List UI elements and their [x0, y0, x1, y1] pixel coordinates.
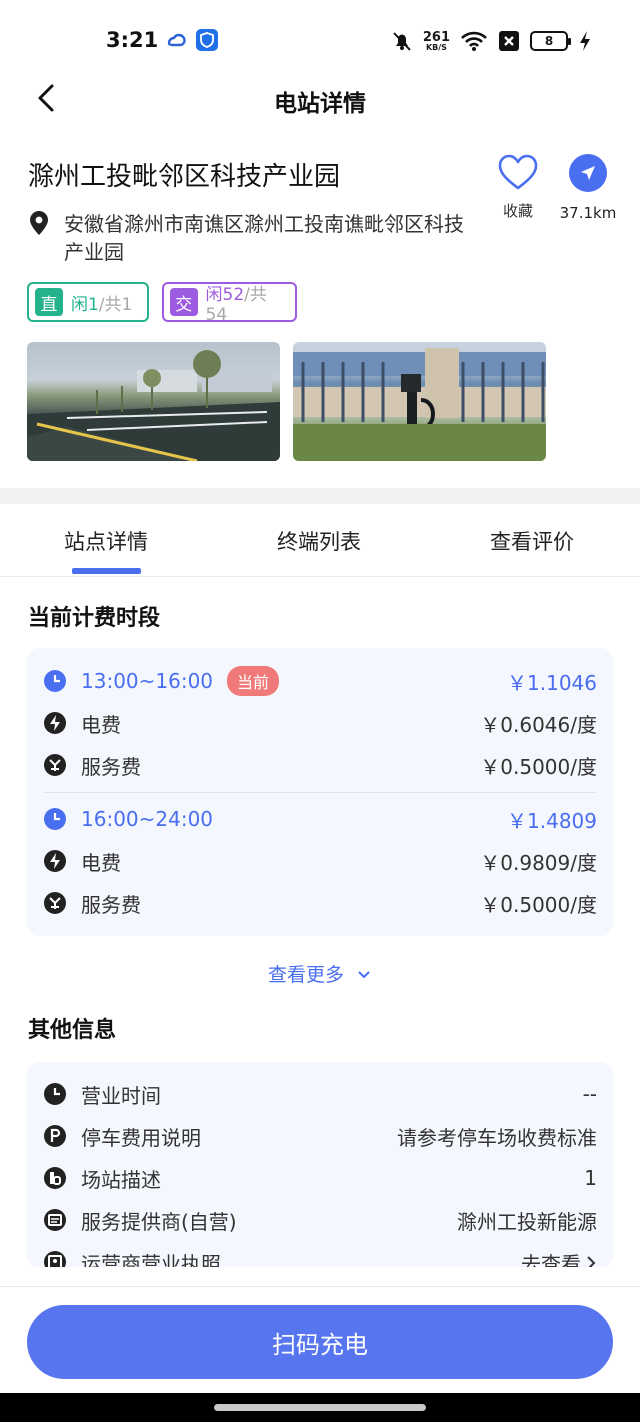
chevron-right-icon [587, 1255, 596, 1267]
chevron-down-icon [358, 971, 370, 979]
provider-icon [44, 1209, 66, 1231]
status-time: 3:21 [106, 28, 159, 52]
page-title: 电站详情 [274, 91, 366, 117]
wifi-icon [461, 31, 487, 51]
ac-availability-tag: 交 闲52/共54 [162, 282, 297, 325]
dc-availability-tag: 直 闲1/共1 [27, 282, 149, 322]
service-fee-label: 服务费 [81, 754, 141, 779]
pricing-card: 13:00~16:00 当前 ￥1.1046 电费 ￥0.6046/度 服务费 … [27, 648, 613, 936]
tab-reviews[interactable]: 查看评价 [490, 526, 574, 556]
info-row-provider: 服务提供商(自营) 滁州工投新能源 [43, 1204, 597, 1236]
tab-terminal-list[interactable]: 终端列表 [277, 526, 361, 556]
location-pin-icon [30, 211, 48, 235]
status-icons: 261 KB/S 8 [391, 28, 592, 54]
electricity-fee-row: 电费 ￥0.9809/度 [43, 845, 597, 877]
electricity-fee-label: 电费 [81, 712, 121, 737]
service-fee-value: ￥0.5000/度 [480, 892, 597, 917]
see-more-label: 查看更多 [267, 964, 344, 986]
status-bar: 3:21 261 KB/S 8 [0, 0, 640, 76]
see-more-button[interactable]: 查看更多 [0, 960, 640, 987]
station-name: 滁州工投毗邻区科技产业园 [28, 162, 341, 192]
info-row-hours: 营业时间 -- [43, 1078, 597, 1110]
station-desc-icon [44, 1167, 66, 1189]
pricing-section-title: 当前计费时段 [28, 606, 161, 631]
price-period-row: 16:00~24:00 ￥1.4809 [43, 803, 597, 835]
ac-free-count: 闲52 [205, 284, 245, 305]
bottom-divider [0, 1286, 640, 1287]
parking-icon [44, 1125, 66, 1147]
distance-label: 37.1km [559, 204, 617, 222]
info-row-license[interactable]: 运营商营业执照 去查看 [43, 1246, 597, 1267]
dc-badge: 直 [35, 288, 63, 316]
electricity-fee-label: 电费 [81, 850, 121, 875]
electricity-fee-value: ￥0.9809/度 [480, 850, 597, 875]
dc-free-count: 闲1 [71, 294, 99, 315]
current-period-badge: 当前 [227, 666, 280, 696]
bell-muted-icon [393, 32, 411, 51]
view-license-link[interactable]: 去查看 [521, 1252, 581, 1268]
ac-badge: 交 [170, 288, 198, 316]
service-fee-row: 服务费 ￥0.5000/度 [43, 887, 597, 919]
license-icon [44, 1251, 66, 1267]
active-tab-indicator [72, 568, 141, 574]
navigate-button[interactable]: 37.1km [556, 154, 620, 222]
lightning-icon [44, 850, 66, 872]
clock-icon [44, 808, 66, 830]
other-info-card: 营业时间 -- 停车费用说明 请参考停车场收费标准 场站描述 1 服务提供商(自… [27, 1062, 613, 1267]
dc-total-count: /共1 [98, 294, 133, 315]
electricity-fee-value: ￥0.6046/度 [480, 712, 597, 737]
clock-icon [44, 1083, 66, 1105]
service-fee-row: 服务费 ￥0.5000/度 [43, 749, 597, 781]
shield-app-icon [196, 29, 218, 51]
period-divider [43, 792, 597, 793]
tabs-divider [0, 576, 640, 577]
network-speed: 261 KB/S [422, 29, 450, 52]
period-total-price: ￥1.4809 [507, 808, 597, 833]
info-row-parking: 停车费用说明 请参考停车场收费标准 [43, 1120, 597, 1152]
station-address: 安徽省滁州市南谯区滁州工投南谯毗邻区科技产业园 [64, 212, 464, 264]
other-info-section-title: 其他信息 [28, 1018, 117, 1043]
period-time: 16:00~24:00 [81, 807, 214, 831]
heart-icon [498, 154, 538, 190]
price-period-row: 13:00~16:00 当前 ￥1.1046 [43, 665, 597, 697]
section-separator [0, 488, 640, 504]
scan-to-charge-button[interactable]: 扫码充电 [27, 1305, 613, 1379]
station-photo[interactable] [293, 342, 546, 461]
clock-icon [44, 670, 66, 692]
period-time: 13:00~16:00 [81, 669, 214, 693]
cloud-app-icon [167, 33, 186, 47]
service-fee-icon [44, 892, 66, 914]
sim-blocked-icon [499, 31, 519, 51]
lightning-icon [44, 712, 66, 734]
favorite-label: 收藏 [502, 202, 533, 220]
top-header: 电站详情 [0, 76, 640, 120]
home-indicator[interactable] [214, 1404, 426, 1411]
service-fee-label: 服务费 [81, 892, 141, 917]
tab-station-details[interactable]: 站点详情 [64, 526, 148, 556]
navigation-arrow-icon [581, 166, 595, 180]
electricity-fee-row: 电费 ￥0.6046/度 [43, 707, 597, 739]
period-total-price: ￥1.1046 [507, 670, 597, 695]
charging-bolt-icon [580, 31, 590, 51]
service-fee-icon [44, 754, 66, 776]
battery-indicator: 8 [530, 31, 571, 51]
service-fee-value: ￥0.5000/度 [480, 754, 597, 779]
favorite-button[interactable]: 收藏 [494, 152, 542, 221]
station-photo[interactable] [27, 342, 280, 461]
info-row-description: 场站描述 1 [43, 1162, 597, 1194]
